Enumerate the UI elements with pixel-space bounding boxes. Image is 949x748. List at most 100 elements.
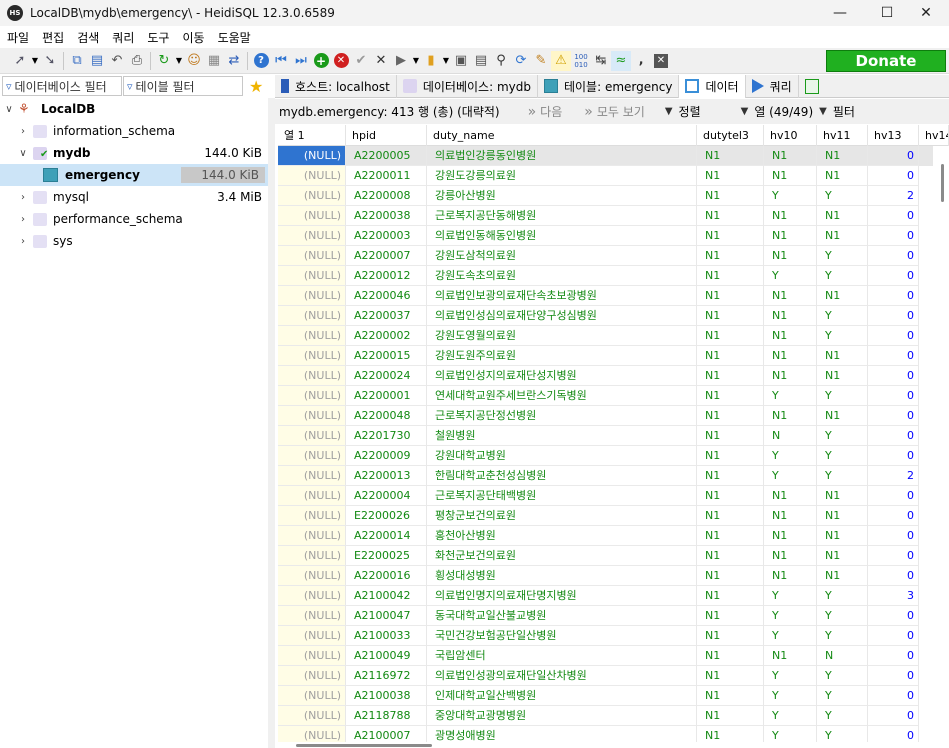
column-header[interactable]: dutytel3	[697, 125, 764, 146]
grid-cell[interactable]: N1	[764, 166, 817, 186]
grid-cell[interactable]: N1	[817, 406, 868, 426]
grid-cell[interactable]: (NULL)	[278, 166, 346, 186]
last-record-icon[interactable]: ⏭	[291, 51, 311, 71]
grid-cell[interactable]: A2200011	[346, 166, 427, 186]
grid-cell[interactable]: (NULL)	[278, 226, 346, 246]
grid-cell[interactable]: 중앙대학교광명병원	[427, 706, 697, 726]
grid-cell[interactable]: N1	[697, 246, 764, 266]
grid-cell[interactable]: A2118788	[346, 706, 427, 726]
grid-cell[interactable]: A2200001	[346, 386, 427, 406]
expand-arrow-icon[interactable]: ›	[18, 192, 28, 203]
table-row[interactable]: (NULL) A2200007 강원도삼척의료원 N1 N1 Y 0	[278, 246, 933, 266]
grid-cell[interactable]: 2	[868, 466, 919, 486]
table-row[interactable]: (NULL) A2200038 근로복지공단동해병원 N1 N1 N1 0	[278, 206, 933, 226]
menu-item-2[interactable]: 검색	[70, 29, 105, 46]
grid-cell[interactable]: N1	[817, 146, 868, 166]
table-filter-input[interactable]: ▿ 테이블 필터	[123, 76, 243, 96]
show-all-button[interactable]: » 모두 보기	[584, 103, 645, 120]
grid-cell[interactable]: 0	[868, 526, 919, 546]
table-row[interactable]: (NULL) A2200048 근로복지공단정선병원 N1 N1 N1 0	[278, 406, 933, 426]
grid-cell[interactable]: Y	[764, 586, 817, 606]
grid-cell[interactable]: 0	[868, 726, 919, 742]
grid-cell[interactable]: (NULL)	[278, 426, 346, 446]
clear-icon[interactable]: ✎	[531, 51, 551, 71]
grid-cell[interactable]: 0	[868, 506, 919, 526]
connect-icon[interactable]: ➚	[10, 51, 30, 71]
grid-cell[interactable]: N1	[697, 506, 764, 526]
tree-item-mydb[interactable]: ∨ ✔ mydb 144.0 KiB	[0, 142, 268, 164]
grid-cell[interactable]: N1	[697, 526, 764, 546]
grid-cell[interactable]: 강원도삼척의료원	[427, 246, 697, 266]
grid-cell[interactable]: 의료법인강릉동인병원	[427, 146, 697, 166]
tree-root-localdb[interactable]: ∨ ⚘ LocalDB	[0, 98, 268, 120]
grid-cell[interactable]: 0	[868, 666, 919, 686]
tree-item-mysql[interactable]: › mysql 3.4 MiB	[0, 186, 268, 208]
table-row[interactable]: (NULL) A2200037 의료법인성심의료재단양구성심병원 N1 N1 Y 0	[278, 306, 933, 326]
grid-cell[interactable]: N1	[764, 406, 817, 426]
grid-cell[interactable]: 철원병원	[427, 426, 697, 446]
grid-cell[interactable]: 평창군보건의료원	[427, 506, 697, 526]
grid-cell[interactable]: 0	[868, 226, 919, 246]
grid-cell[interactable]: 0	[868, 206, 919, 226]
grid-cell[interactable]: A2200012	[346, 266, 427, 286]
grid-cell[interactable]: N1	[764, 146, 817, 166]
grid-cell[interactable]: 강원도영월의료원	[427, 326, 697, 346]
grid-cell[interactable]: N1	[764, 366, 817, 386]
grid-cell[interactable]: 0	[868, 426, 919, 446]
grid-cell[interactable]: A2200005	[346, 146, 427, 166]
grid-cell[interactable]: N1	[697, 706, 764, 726]
first-record-icon[interactable]: ⏮	[271, 51, 291, 71]
grid-cell[interactable]: Y	[817, 706, 868, 726]
grid-cell[interactable]: (NULL)	[278, 586, 346, 606]
column-header[interactable]: hv14	[919, 125, 949, 146]
grid-cell[interactable]: 0	[868, 346, 919, 366]
grid-cell[interactable]: A2100047	[346, 606, 427, 626]
grid-cell[interactable]: A2200037	[346, 306, 427, 326]
close-tab-icon[interactable]: ✕	[651, 51, 671, 71]
grid-cell[interactable]: 강원도강릉의료원	[427, 166, 697, 186]
grid-cell[interactable]: Y	[817, 306, 868, 326]
grid-cell[interactable]: (NULL)	[278, 146, 346, 166]
grid-cell[interactable]: 광명성애병원	[427, 726, 697, 742]
grid-cell[interactable]: N1	[764, 646, 817, 666]
grid-cell[interactable]: Y	[764, 446, 817, 466]
grid-cell[interactable]: 국민건강보험공단일산병원	[427, 626, 697, 646]
dropdown-icon[interactable]: ▼	[441, 51, 451, 71]
grid-cell[interactable]: Y	[817, 586, 868, 606]
table-row[interactable]: (NULL) A2200001 연세대학교원주세브란스기독병원 N1 Y Y 0	[278, 386, 933, 406]
grid-cell[interactable]: 0	[868, 706, 919, 726]
table-row[interactable]: (NULL) A2100047 동국대학교일산불교병원 N1 Y Y 0	[278, 606, 933, 626]
grid-cell[interactable]: 근로복지공단동해병원	[427, 206, 697, 226]
close-window-button[interactable]: ✕	[903, 0, 949, 26]
refresh-icon[interactable]: ↻	[154, 51, 174, 71]
grid-cell[interactable]: 0	[868, 646, 919, 666]
grid-cell[interactable]: 0	[868, 286, 919, 306]
grid-cell[interactable]: N1	[764, 326, 817, 346]
grid-cell[interactable]: N1	[697, 446, 764, 466]
grid-cell[interactable]: (NULL)	[278, 386, 346, 406]
menu-item-5[interactable]: 이동	[175, 29, 210, 46]
grid-cell[interactable]: N1	[817, 166, 868, 186]
grid-cell[interactable]: N	[764, 426, 817, 446]
grid-cell[interactable]: 의료법인명지의료재단명지병원	[427, 586, 697, 606]
grid-cell[interactable]: (NULL)	[278, 466, 346, 486]
table-row[interactable]: (NULL) A2200002 강원도영월의료원 N1 N1 Y 0	[278, 326, 933, 346]
table-row[interactable]: (NULL) A2200008 강릉아산병원 N1 Y Y 2	[278, 186, 933, 206]
dropdown-icon[interactable]: ▼	[411, 51, 421, 71]
table-row[interactable]: (NULL) E2200026 평창군보건의료원 N1 N1 N1 0	[278, 506, 933, 526]
grid-cell[interactable]: N1	[697, 306, 764, 326]
grid-cell[interactable]: 0	[868, 406, 919, 426]
grid-cell[interactable]: N1	[764, 566, 817, 586]
save-as-icon[interactable]: ▤	[471, 51, 491, 71]
grid-cell[interactable]: (NULL)	[278, 246, 346, 266]
grid-cell[interactable]: N1	[697, 466, 764, 486]
menu-item-4[interactable]: 도구	[140, 29, 175, 46]
grid-cell[interactable]: Y	[817, 466, 868, 486]
grid-cell[interactable]: A2200008	[346, 186, 427, 206]
grid-cell[interactable]: Y	[764, 666, 817, 686]
grid-cell[interactable]: A2200048	[346, 406, 427, 426]
table-row[interactable]: (NULL) A2200005 의료법인강릉동인병원 N1 N1 N1 0	[278, 146, 933, 166]
grid-cell[interactable]: (NULL)	[278, 606, 346, 626]
grid-cell[interactable]: N1	[697, 166, 764, 186]
grid-cell[interactable]: N1	[764, 346, 817, 366]
